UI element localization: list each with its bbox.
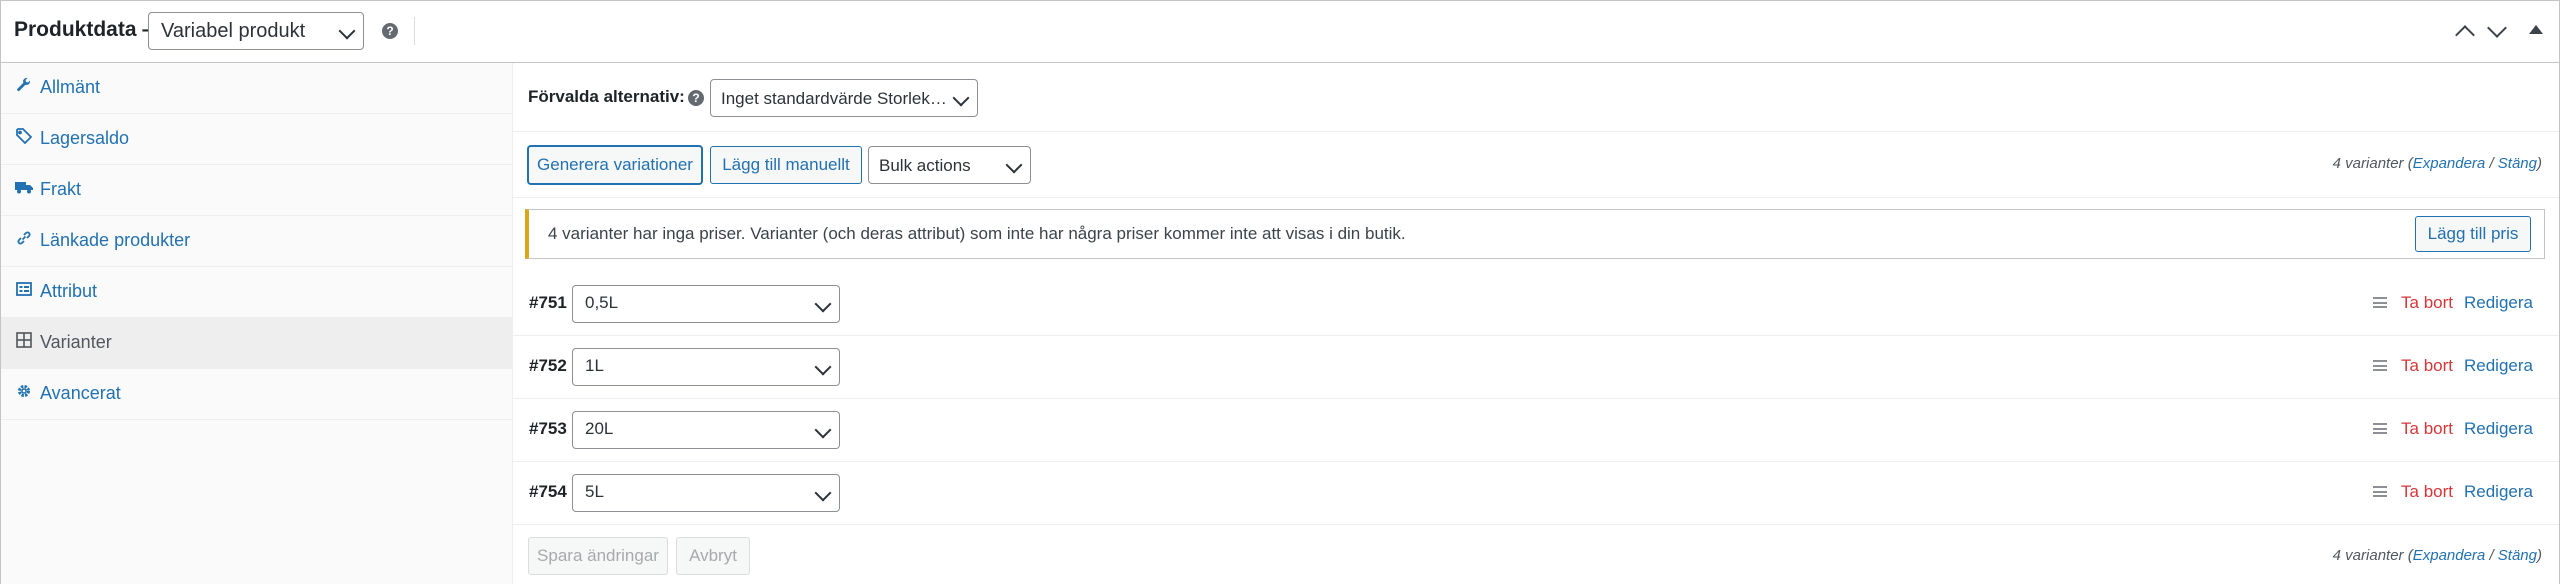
- cancel-button[interactable]: Avbryt: [676, 537, 750, 575]
- remove-variation-link[interactable]: Ta bort: [2401, 293, 2453, 313]
- help-icon[interactable]: ?: [688, 90, 704, 106]
- chevron-down-icon: [814, 358, 832, 376]
- product-type-select[interactable]: Variabel produkt: [148, 12, 364, 50]
- drag-handle-icon[interactable]: [2373, 486, 2387, 497]
- close-link[interactable]: Stäng: [2498, 547, 2537, 564]
- tab-label: Frakt: [40, 179, 82, 199]
- tab-label: Lagersaldo: [40, 128, 130, 148]
- generate-variations-button[interactable]: Generera variationer: [528, 146, 702, 184]
- chevron-down-icon: [338, 22, 356, 40]
- remove-variation-link[interactable]: Ta bort: [2401, 356, 2453, 376]
- edit-variation-link[interactable]: Redigera: [2464, 293, 2533, 313]
- add-manually-button[interactable]: Lägg till manuellt: [710, 146, 862, 184]
- edit-variation-link[interactable]: Redigera: [2464, 419, 2533, 439]
- variation-row[interactable]: #754 5L Ta bort Redigera: [513, 462, 2559, 525]
- product-data-panel: Produktdata — Variabel produkt ? Allmänt…: [0, 0, 2560, 584]
- drag-handle-icon[interactable]: [2373, 423, 2387, 434]
- move-down-icon[interactable]: [2487, 18, 2507, 38]
- tab-inventory[interactable]: Lagersaldo: [1, 114, 513, 165]
- variation-attribute-select[interactable]: 20L: [572, 411, 840, 449]
- variation-row[interactable]: #751 0,5L Ta bort Redigera: [513, 273, 2559, 336]
- expand-link[interactable]: Expandera: [2413, 547, 2486, 564]
- wrench-icon: [15, 77, 33, 95]
- close-link[interactable]: Stäng: [2498, 155, 2537, 172]
- chevron-down-icon: [814, 421, 832, 439]
- bulk-actions-value: Bulk actions: [879, 156, 971, 175]
- link-icon: [15, 230, 33, 248]
- variations-count-bottom: 4 varianter (Expandera / Stäng): [2332, 547, 2542, 564]
- chevron-down-icon: [814, 484, 832, 502]
- variation-attribute-select[interactable]: 1L: [572, 348, 840, 386]
- tab-shipping[interactable]: Frakt: [1, 165, 513, 216]
- tab-label: Varianter: [40, 332, 112, 352]
- default-attribute-value: Inget standardvärde Storlek…: [721, 89, 947, 108]
- default-attribute-select[interactable]: Inget standardvärde Storlek…: [710, 79, 978, 117]
- variation-row[interactable]: #752 1L Ta bort Redigera: [513, 336, 2559, 399]
- variation-id: #752: [529, 356, 567, 375]
- divider: [513, 197, 2559, 198]
- edit-variation-link[interactable]: Redigera: [2464, 356, 2533, 376]
- chevron-down-icon: [952, 89, 970, 107]
- collapse-toggle-icon[interactable]: [2529, 25, 2543, 34]
- truck-icon: [15, 179, 33, 197]
- chevron-down-icon: [814, 295, 832, 313]
- save-changes-button[interactable]: Spara ändringar: [528, 537, 668, 575]
- add-price-button[interactable]: Lägg till pris: [2415, 216, 2531, 252]
- list-card-icon: [15, 281, 33, 299]
- panel-header: Produktdata — Variabel produkt ?: [1, 1, 2559, 63]
- tab-label: Attribut: [40, 281, 98, 301]
- drag-handle-icon[interactable]: [2373, 360, 2387, 371]
- expand-link[interactable]: Expandera: [2413, 155, 2486, 172]
- move-up-icon[interactable]: [2455, 25, 2475, 45]
- grid-icon: [15, 332, 33, 350]
- variation-id: #753: [529, 419, 567, 438]
- tag-icon: [15, 128, 33, 146]
- gear-icon: [15, 383, 33, 401]
- tab-label: Länkade produkter: [40, 230, 191, 250]
- notice-text: 4 varianter har inga priser. Varianter (…: [548, 224, 1406, 243]
- edit-variation-link[interactable]: Redigera: [2464, 482, 2533, 502]
- tab-advanced[interactable]: Avancerat: [1, 369, 513, 420]
- panel-title: Produktdata —: [14, 18, 164, 41]
- divider: [513, 131, 2559, 132]
- variation-row[interactable]: #753 20L Ta bort Redigera: [513, 399, 2559, 462]
- tab-label: Allmänt: [40, 77, 101, 97]
- variation-id: #754: [529, 482, 567, 501]
- chevron-down-icon: [1005, 156, 1023, 174]
- tab-attributes[interactable]: Attribut: [1, 267, 513, 318]
- product-type-value: Variabel produkt: [161, 20, 306, 42]
- help-icon[interactable]: ?: [382, 23, 398, 39]
- variation-id: #751: [529, 293, 567, 312]
- divider: [414, 17, 415, 45]
- product-data-tabs: Allmänt Lagersaldo Frakt Länkade produkt…: [1, 63, 513, 584]
- variations-count: 4 varianter (Expandera / Stäng): [2332, 155, 2542, 172]
- drag-handle-icon[interactable]: [2373, 297, 2387, 308]
- variations-panel: Förvalda alternativ: ? Inget standardvär…: [513, 63, 2559, 584]
- missing-prices-notice: 4 varianter har inga priser. Varianter (…: [525, 209, 2545, 259]
- bulk-actions-select[interactable]: Bulk actions: [868, 146, 1031, 184]
- default-form-values-label: Förvalda alternativ:: [528, 87, 685, 106]
- variation-attribute-select[interactable]: 0,5L: [572, 285, 840, 323]
- tab-linked-products[interactable]: Länkade produkter: [1, 216, 513, 267]
- tab-label: Avancerat: [40, 383, 121, 403]
- remove-variation-link[interactable]: Ta bort: [2401, 482, 2453, 502]
- tab-general[interactable]: Allmänt: [1, 63, 513, 114]
- remove-variation-link[interactable]: Ta bort: [2401, 419, 2453, 439]
- tab-variations[interactable]: Varianter: [1, 318, 513, 369]
- variation-attribute-select[interactable]: 5L: [572, 474, 840, 512]
